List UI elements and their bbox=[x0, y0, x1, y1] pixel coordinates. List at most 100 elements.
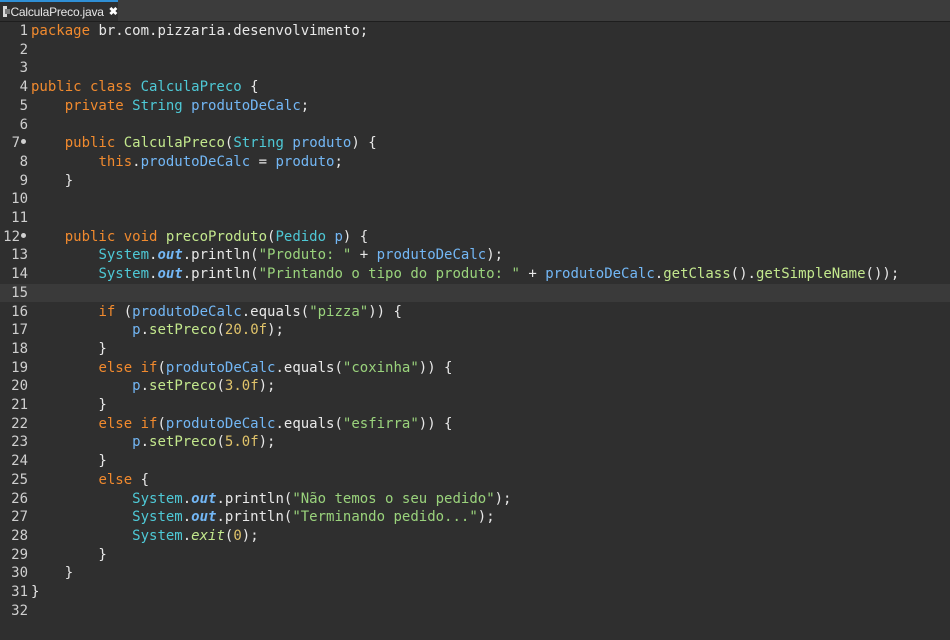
code-token: produto bbox=[275, 153, 335, 170]
code-line[interactable]: 11 bbox=[0, 209, 950, 228]
code-line[interactable]: 29 } bbox=[0, 546, 950, 565]
code-token: . bbox=[140, 322, 150, 339]
code-line[interactable]: 22 else if(produtoDeCalc.equals("esfirra… bbox=[0, 415, 950, 434]
code-line[interactable]: 27 System.out.println("Terminando pedido… bbox=[0, 508, 950, 527]
code-line[interactable]: 4 public class CalculaPreco { bbox=[0, 78, 950, 97]
code-token: ) { bbox=[342, 228, 369, 245]
line-number: 19 bbox=[11, 359, 28, 376]
code-text: p.setPreco(20.0f); bbox=[31, 321, 284, 340]
code-token: . bbox=[182, 527, 192, 544]
code-line[interactable]: 12 public void precoProduto(Pedido p) { bbox=[0, 228, 950, 247]
code-line[interactable]: 9 } bbox=[0, 172, 950, 191]
code-line[interactable]: 19 else if(produtoDeCalc.equals("coxinha… bbox=[0, 359, 950, 378]
code-line[interactable]: 23 p.setPreco(5.0f); bbox=[0, 433, 950, 452]
line-number: 23 bbox=[11, 434, 28, 451]
code-line[interactable]: 10 bbox=[0, 190, 950, 209]
code-line[interactable]: 26 System.out.println("Não temos o seu p… bbox=[0, 490, 950, 509]
line-number: 3 bbox=[19, 60, 28, 77]
code-token: System bbox=[132, 490, 183, 507]
code-line[interactable]: 7 public CalculaPreco(String produto) { bbox=[0, 134, 950, 153]
code-token: else if bbox=[98, 415, 158, 432]
code-token: package bbox=[31, 23, 91, 39]
code-line[interactable]: 17 p.setPreco(20.0f); bbox=[0, 321, 950, 340]
code-line[interactable]: 25 else { bbox=[0, 471, 950, 490]
code-token: ( bbox=[216, 322, 225, 339]
code-line[interactable]: 1 package br.com.pizzaria.desenvolvimento… bbox=[0, 22, 950, 41]
code-token: out bbox=[157, 247, 183, 264]
line-number: 13 bbox=[11, 247, 28, 264]
code-line[interactable]: 32 bbox=[0, 602, 950, 621]
breakpoint-dot-icon[interactable] bbox=[21, 139, 26, 145]
code-token: } bbox=[31, 397, 107, 413]
code-line[interactable]: 18 } bbox=[0, 340, 950, 359]
code-line[interactable]: 13 System.out.println("Produto: " + prod… bbox=[0, 246, 950, 265]
code-token: . bbox=[182, 509, 192, 526]
code-token: public class bbox=[31, 79, 141, 96]
code-token: produtoDeCalc bbox=[165, 415, 276, 432]
code-line[interactable]: 28 System.exit(0); bbox=[0, 527, 950, 546]
code-token: } bbox=[31, 546, 107, 563]
code-token: produto bbox=[292, 135, 352, 152]
code-token: CalculaPreco bbox=[140, 79, 242, 96]
code-token: produtoDeCalc bbox=[545, 266, 655, 283]
line-number: 1 bbox=[19, 23, 28, 39]
line-number: 25 bbox=[11, 471, 28, 488]
code-token: System bbox=[98, 247, 150, 264]
line-number: 14 bbox=[11, 266, 28, 283]
code-line[interactable]: 16 if (produtoDeCalc.equals("pizza")) { bbox=[0, 303, 950, 322]
code-editor[interactable]: 1 package br.com.pizzaria.desenvolvimento… bbox=[0, 22, 950, 640]
code-line[interactable]: 20 p.setPreco(3.0f); bbox=[0, 377, 950, 396]
line-number: 16 bbox=[11, 303, 28, 320]
code-line[interactable]: 3 bbox=[0, 59, 950, 78]
code-text: public CalculaPreco(String produto) { bbox=[31, 134, 377, 153]
code-token: ); bbox=[241, 527, 259, 544]
code-text: } bbox=[31, 546, 107, 565]
code-token: System bbox=[132, 527, 183, 544]
code-line[interactable]: 6 bbox=[0, 116, 950, 135]
code-token: produtoDeCalc bbox=[132, 303, 242, 320]
code-line[interactable]: 14 System. out.println("Printando o tipo … bbox=[0, 265, 950, 284]
code-line[interactable]: 8 this.produtoDeCalc = produto; bbox=[0, 153, 950, 172]
code-token: ( bbox=[157, 359, 166, 376]
line-number: 26 bbox=[11, 490, 28, 507]
code-token: out bbox=[157, 266, 183, 283]
code-line[interactable]: 30 } bbox=[0, 564, 950, 583]
code-token: String bbox=[233, 135, 293, 152]
code-token: = bbox=[250, 153, 276, 170]
code-token: p bbox=[132, 322, 141, 339]
java-file-icon bbox=[3, 6, 11, 17]
code-text: if (produtoDeCalc.equals("pizza")) { bbox=[31, 303, 402, 322]
code-line[interactable]: 24 } bbox=[0, 452, 950, 471]
code-token: } bbox=[31, 584, 40, 600]
code-token: )) { bbox=[418, 415, 453, 432]
line-number: 5 bbox=[19, 97, 28, 114]
code-token: produtoDeCalc bbox=[165, 359, 276, 376]
code-text: private String produtoDeCalc; bbox=[31, 97, 309, 116]
line-number: 10 bbox=[11, 191, 28, 208]
code-line[interactable]: 21 } bbox=[0, 396, 950, 415]
code-token: .println( bbox=[182, 266, 259, 283]
code-token: System bbox=[132, 509, 183, 526]
code-text: package br.com.pizzaria.desenvolvimento; bbox=[31, 22, 368, 41]
code-token: getSimpleName bbox=[755, 266, 866, 283]
line-number: 15 bbox=[11, 284, 28, 301]
code-text: } bbox=[31, 396, 107, 415]
code-line[interactable]: 5 private String produtoDeCalc; bbox=[0, 97, 950, 116]
code-token: . bbox=[654, 266, 664, 283]
code-line[interactable]: 2 bbox=[0, 41, 950, 60]
code-line[interactable]: 15 bbox=[0, 283, 950, 303]
code-token: produtoDeCalc bbox=[140, 153, 251, 170]
code-token: )) { bbox=[368, 303, 402, 320]
code-token: ( bbox=[216, 378, 225, 395]
breakpoint-dot-icon[interactable] bbox=[21, 232, 26, 238]
line-number: 29 bbox=[11, 546, 28, 563]
tab-calculapreco-java[interactable]: CalculaPreco.java ✖ bbox=[0, 0, 118, 21]
close-tab-icon[interactable]: ✖ bbox=[109, 5, 118, 18]
code-line[interactable]: 31} bbox=[0, 583, 950, 602]
code-token: CalculaPreco bbox=[123, 135, 225, 152]
code-token: . bbox=[140, 378, 150, 395]
code-token: p bbox=[132, 378, 141, 395]
code-token: 5.0f bbox=[224, 434, 259, 451]
